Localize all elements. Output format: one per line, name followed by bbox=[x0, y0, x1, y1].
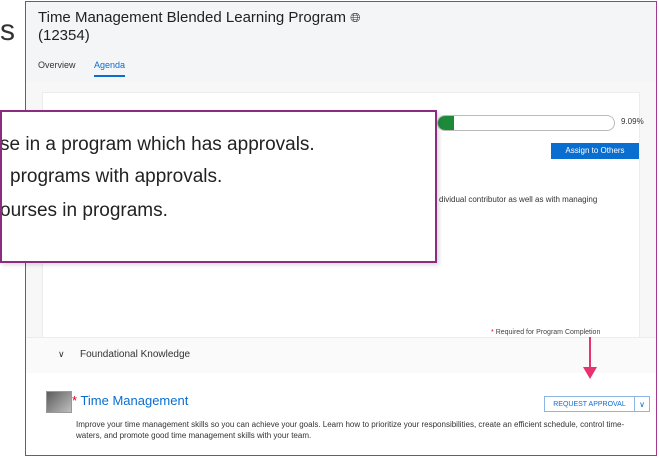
progress-bar bbox=[437, 115, 615, 131]
program-title: Time Management Blended Learning Program bbox=[38, 9, 346, 26]
required-note: * Required for Program Completion bbox=[491, 329, 600, 336]
chevron-down-icon[interactable]: ∨ bbox=[634, 396, 650, 412]
callout-line-2: programs with approvals. bbox=[10, 166, 223, 187]
required-star-icon: * bbox=[491, 329, 494, 336]
callout-text: se in a program which has approvals. pro… bbox=[2, 112, 435, 261]
callout-box: se in a program which has approvals. pro… bbox=[0, 110, 437, 263]
course-thumbnail bbox=[46, 391, 72, 413]
course-title-text[interactable]: Time Management bbox=[80, 393, 188, 408]
course-title-link[interactable]: * Time Management bbox=[72, 393, 188, 408]
tab-overview[interactable]: Overview bbox=[38, 60, 76, 75]
section-foundational-knowledge[interactable]: ∨ Foundational Knowledge bbox=[26, 337, 656, 375]
request-approval-button[interactable]: REQUEST APPROVAL bbox=[544, 396, 634, 412]
section-label: Foundational Knowledge bbox=[80, 349, 191, 360]
callout-line-3: ourses in programs. bbox=[2, 200, 168, 221]
course-item: * Time Management REQUEST APPROVAL ∨ Imp… bbox=[26, 373, 656, 455]
required-note-text: Required for Program Completion bbox=[495, 329, 601, 336]
arrow-down-icon bbox=[583, 337, 597, 383]
arrow-head bbox=[583, 367, 597, 379]
program-header: Time Management Blended Learning Program… bbox=[26, 2, 656, 83]
background-letter: s bbox=[0, 14, 15, 47]
progress-percent: 9.09% bbox=[621, 117, 644, 126]
tab-bar: Overview Agenda bbox=[38, 60, 141, 77]
callout-line-1: se in a program which has approvals. bbox=[2, 134, 315, 155]
progress-fill bbox=[438, 116, 454, 130]
arrow-shaft bbox=[589, 337, 591, 369]
chevron-down-icon[interactable]: ∨ bbox=[58, 349, 65, 360]
program-id: (12354) bbox=[38, 27, 90, 44]
tab-agenda[interactable]: Agenda bbox=[94, 60, 126, 77]
program-description: dividual contributor as well as with man… bbox=[439, 195, 598, 204]
course-description: Improve your time management skills so y… bbox=[76, 420, 625, 440]
page-title: Time Management Blended Learning Program… bbox=[38, 9, 378, 45]
assign-to-others-button[interactable]: Assign to Others bbox=[551, 143, 639, 159]
globe-icon: 🌐︎ bbox=[350, 10, 361, 25]
